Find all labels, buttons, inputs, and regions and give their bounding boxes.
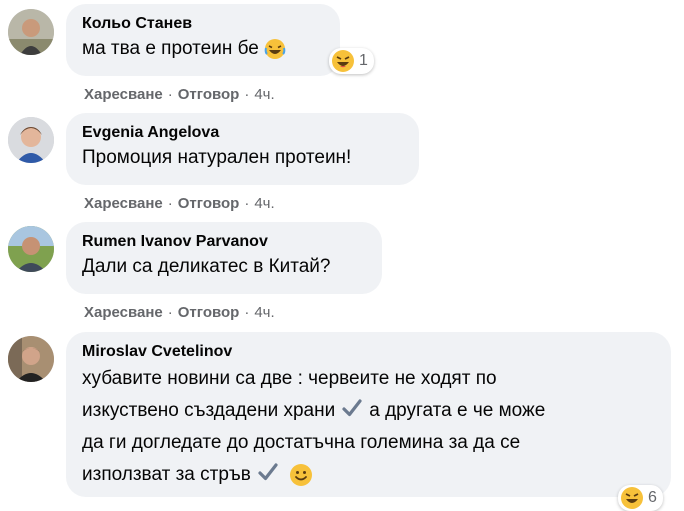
reaction-badge[interactable]: 1: [329, 48, 374, 74]
comment-text: Промоция натурален протеин!: [82, 147, 352, 168]
comment-text-line: използват за стръв: [82, 464, 251, 485]
comment-author[interactable]: Кольо Станев: [82, 13, 324, 35]
reply-button[interactable]: Отговор: [178, 86, 240, 103]
reaction-count: 1: [359, 52, 368, 69]
avatar[interactable]: [8, 9, 54, 55]
comment-author[interactable]: Evgenia Angelova: [82, 122, 403, 144]
comment-bubble: Кольо Станев ма тва е протеин бе: [66, 4, 340, 76]
comment-time[interactable]: 4ч.: [254, 86, 274, 103]
comment-actions: Харесване · Отговор · 4ч.: [84, 304, 275, 321]
reply-button[interactable]: Отговор: [178, 195, 240, 212]
avatar[interactable]: [8, 117, 54, 163]
comment-text: ма тва е протеин бе: [82, 38, 259, 59]
comment-text-line: а другата е че може: [369, 400, 546, 421]
comment-bubble: Rumen Ivanov Parvanov Дали са деликатес …: [66, 222, 382, 294]
laughing-emoji-icon: [621, 487, 643, 509]
check-mark-icon: [342, 399, 362, 417]
like-button[interactable]: Харесване: [84, 86, 163, 103]
comment-actions: Харесване · Отговор · 4ч.: [84, 195, 275, 212]
comment-author[interactable]: Rumen Ivanov Parvanov: [82, 231, 366, 253]
comment-time[interactable]: 4ч.: [254, 195, 274, 212]
avatar[interactable]: [8, 336, 54, 382]
comment-text-line: изкуствено създадени храни: [82, 400, 336, 421]
comment-time[interactable]: 4ч.: [254, 304, 274, 321]
slightly-smiling-emoji-icon: [289, 463, 312, 486]
avatar[interactable]: [8, 226, 54, 272]
laughing-emoji-icon: [264, 38, 286, 59]
reply-button[interactable]: Отговор: [178, 304, 240, 321]
laughing-emoji-icon: [332, 50, 354, 72]
comment-actions: Харесване · Отговор · 4ч.: [84, 86, 275, 103]
reaction-count: 6: [648, 489, 657, 506]
like-button[interactable]: Харесване: [84, 195, 163, 212]
like-button[interactable]: Харесване: [84, 304, 163, 321]
reaction-badge[interactable]: 6: [618, 485, 663, 511]
comment-text-line: хубавите новини са две : червеите не ход…: [82, 368, 497, 389]
comment-bubble: Miroslav Cvetelinov хубавите новини са д…: [66, 332, 671, 497]
comment-bubble: Evgenia Angelova Промоция натурален прот…: [66, 113, 419, 185]
comment-text: Дали са деликатес в Китай?: [82, 256, 331, 277]
comment-author[interactable]: Miroslav Cvetelinov: [82, 341, 655, 363]
comment-text-line: да ги догледате до достатъчна големина з…: [82, 432, 521, 453]
check-mark-icon: [258, 463, 278, 481]
